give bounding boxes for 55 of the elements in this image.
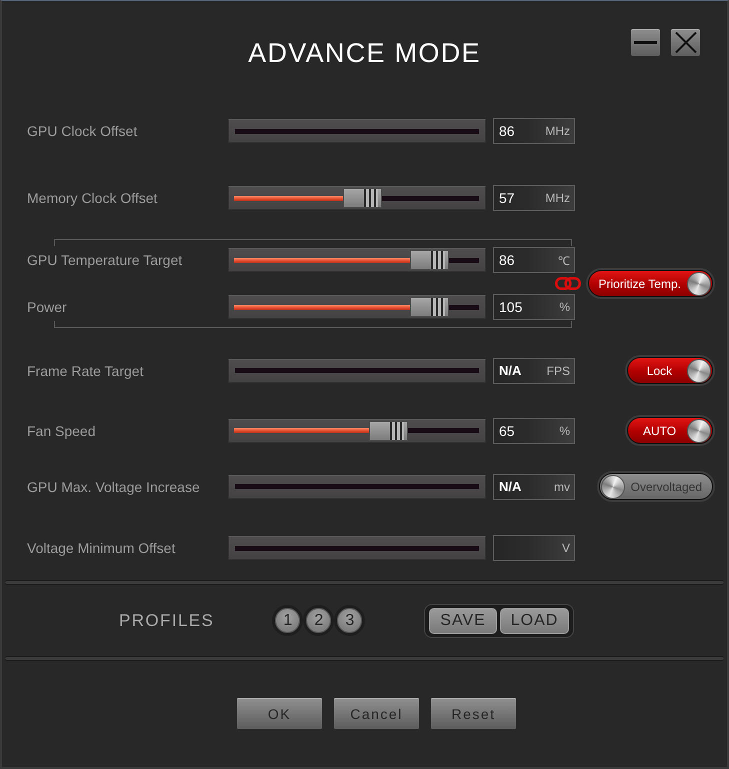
unit-label: %: [559, 424, 570, 438]
minimize-icon: [634, 41, 657, 44]
profile-button[interactable]: 3: [334, 605, 366, 636]
slider-track[interactable]: [228, 474, 486, 498]
slider-thumb[interactable]: [343, 188, 382, 208]
value-field[interactable]: 86 ℃: [493, 247, 575, 273]
value-field[interactable]: 57 MHz: [493, 185, 575, 211]
value-field[interactable]: N/A mv: [493, 474, 575, 500]
link-icon: [554, 277, 581, 290]
slider-track[interactable]: [228, 418, 486, 442]
close-button[interactable]: [670, 28, 701, 57]
slider-track[interactable]: [228, 536, 486, 560]
unit-label: mv: [554, 480, 570, 494]
profile-button[interactable]: 2: [303, 605, 334, 636]
profile-button[interactable]: 1: [272, 605, 304, 636]
toggle-switch[interactable]: Lock: [627, 357, 713, 384]
unit-label: MHz: [545, 191, 570, 205]
slider-thumb[interactable]: [368, 420, 408, 440]
profile-action-button[interactable]: LOAD: [500, 608, 570, 634]
setting-label: Power: [27, 299, 67, 315]
switch-knob[interactable]: [687, 358, 711, 382]
profile-action-button[interactable]: SAVE: [429, 608, 497, 634]
setting-label: Frame Rate Target: [27, 362, 144, 378]
unit-label: V: [562, 541, 570, 555]
unit-label: MHz: [545, 124, 570, 138]
setting-label: GPU Temperature Target: [27, 252, 182, 268]
slider-thumb[interactable]: [410, 297, 449, 317]
setting-label: Fan Speed: [27, 422, 96, 438]
minimize-button[interactable]: [630, 28, 661, 57]
window-title: ADVANCE MODE: [248, 37, 481, 69]
value-field[interactable]: 105 %: [493, 294, 575, 320]
unit-label: FPS: [546, 364, 570, 378]
close-icon: [674, 32, 696, 53]
setting-label: GPU Clock Offset: [27, 123, 138, 139]
slider-track[interactable]: [228, 358, 486, 382]
slider-track[interactable]: [228, 295, 486, 319]
setting-label: Memory Clock Offset: [27, 190, 158, 206]
slider-thumb[interactable]: [410, 250, 449, 270]
switch-knob[interactable]: [687, 272, 711, 296]
toggle-switch[interactable]: AUTO: [627, 417, 713, 444]
unit-label: %: [559, 300, 570, 314]
slider-track[interactable]: [228, 119, 486, 143]
value-field[interactable]: N/A FPS: [493, 358, 575, 384]
profiles-label: PROFILES: [119, 610, 214, 630]
slider-track[interactable]: [228, 248, 486, 272]
setting-label: GPU Max. Voltage Increase: [27, 478, 200, 494]
unit-label: ℃: [558, 252, 570, 268]
switch-knob[interactable]: [687, 418, 711, 442]
value-field[interactable]: 65 %: [493, 418, 575, 444]
slider-track[interactable]: [228, 186, 486, 210]
switch-knob[interactable]: [600, 474, 625, 498]
toggle-switch[interactable]: Prioritize Temp.: [588, 270, 713, 297]
setting-label: Voltage Minimum Offset: [27, 540, 176, 556]
value-field[interactable]: 86 MHz: [493, 118, 575, 144]
value-field[interactable]: V: [493, 535, 575, 561]
